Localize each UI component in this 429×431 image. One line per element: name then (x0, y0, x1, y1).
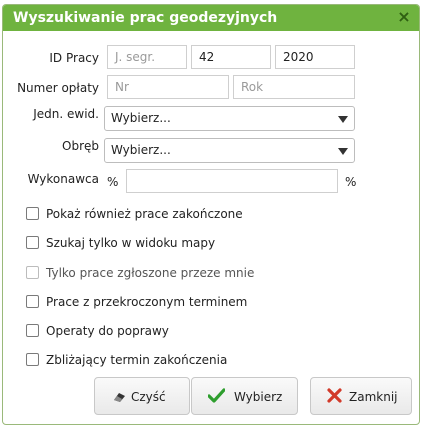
obreb-select[interactable]: Wybierz... (104, 138, 355, 163)
checkbox-label: Prace z przekroczonym terminem (46, 295, 248, 309)
clear-button-label: Czyść (131, 390, 166, 404)
select-button[interactable]: Wybierz (191, 377, 298, 415)
close-icon[interactable]: × (397, 9, 411, 25)
id-number-input[interactable]: 42 (191, 45, 271, 69)
numer-oplaty-label: Numer opłaty (17, 81, 99, 95)
checkbox-box[interactable] (26, 324, 39, 337)
chevron-down-icon (338, 148, 348, 155)
jedn-ewid-value: Wybierz... (111, 111, 171, 125)
checkbox-label: Tylko prace zgłoszone przeze mnie (46, 266, 255, 280)
close-button[interactable]: Zamknij (310, 377, 412, 415)
clear-button[interactable]: Czyść (94, 377, 190, 415)
id-year-input[interactable]: 2020 (275, 45, 355, 69)
checkmark-icon (207, 388, 226, 406)
checkbox-label: Szukaj tylko w widoku mapy (46, 236, 216, 250)
jedn-ewid-label: Jedn. ewid. (33, 107, 99, 121)
checkbox-label: Operaty do poprawy (46, 324, 169, 338)
wykonawca-input[interactable] (126, 169, 338, 193)
wykonawca-suffix: % (345, 175, 357, 189)
eraser-icon (113, 390, 127, 406)
dialog-titlebar[interactable]: Wyszukiwanie prac geodezyjnych × (3, 5, 419, 31)
search-dialog: Wyszukiwanie prac geodezyjnych × ID Prac… (2, 4, 420, 425)
obreb-value: Wybierz... (111, 143, 171, 157)
checkbox-label: Pokaż również prace zakończone (46, 207, 243, 221)
close-x-icon (327, 388, 342, 406)
select-button-label: Wybierz (234, 390, 283, 404)
checkbox-box[interactable] (26, 353, 39, 366)
chevron-down-icon (338, 116, 348, 123)
id-segment-input[interactable]: J. segr. (107, 45, 187, 69)
checkbox-box[interactable] (26, 207, 39, 220)
checkbox-box[interactable] (26, 236, 39, 249)
close-button-label: Zamknij (349, 390, 398, 404)
obreb-label: Obręb (62, 139, 99, 153)
id-pracy-label: ID Pracy (49, 51, 99, 65)
wykonawca-label: Wykonawca (27, 172, 99, 186)
oplata-nr-input[interactable]: Nr (107, 75, 229, 99)
dialog-title: Wyszukiwanie prac geodezyjnych (13, 10, 278, 26)
jedn-ewid-select[interactable]: Wybierz... (104, 106, 355, 131)
wykonawca-prefix: % (107, 175, 119, 189)
checkbox-label: Zbliżający termin zakończenia (46, 353, 228, 367)
checkbox-box (26, 266, 39, 279)
oplata-rok-input[interactable]: Rok (233, 75, 355, 99)
checkbox-box[interactable] (26, 295, 39, 308)
